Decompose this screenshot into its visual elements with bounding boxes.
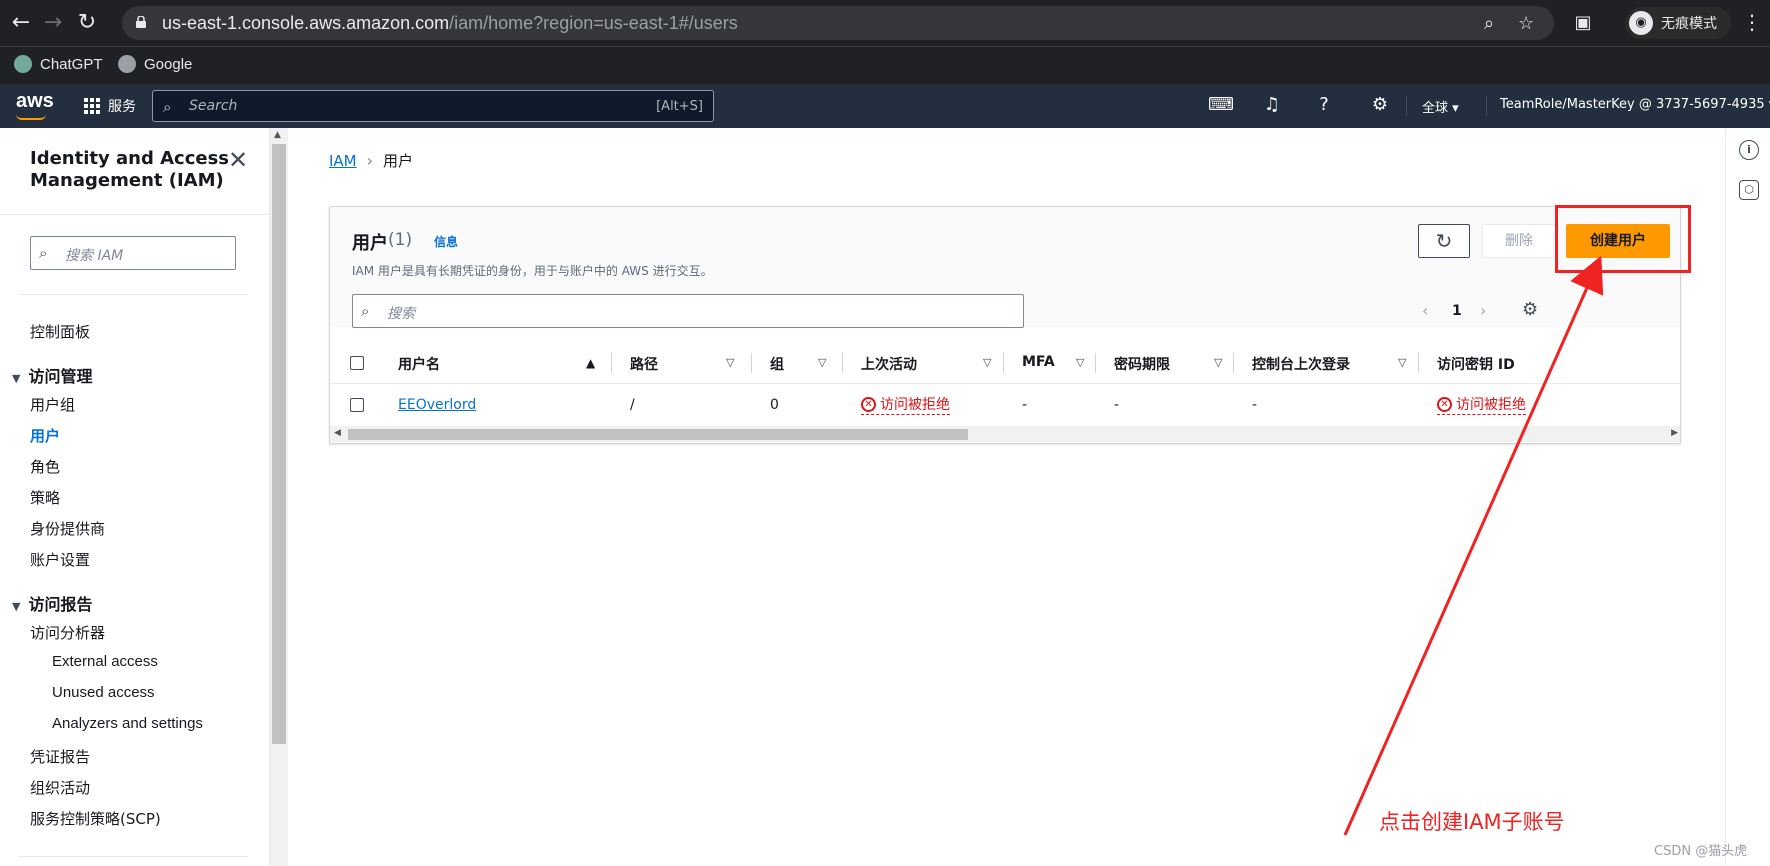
annotation-arrow-icon xyxy=(1343,255,1604,836)
watermark: CSDN @猫头虎 xyxy=(1654,844,1748,859)
annotation-text: 点击创建IAM子账号 xyxy=(1379,810,1565,834)
